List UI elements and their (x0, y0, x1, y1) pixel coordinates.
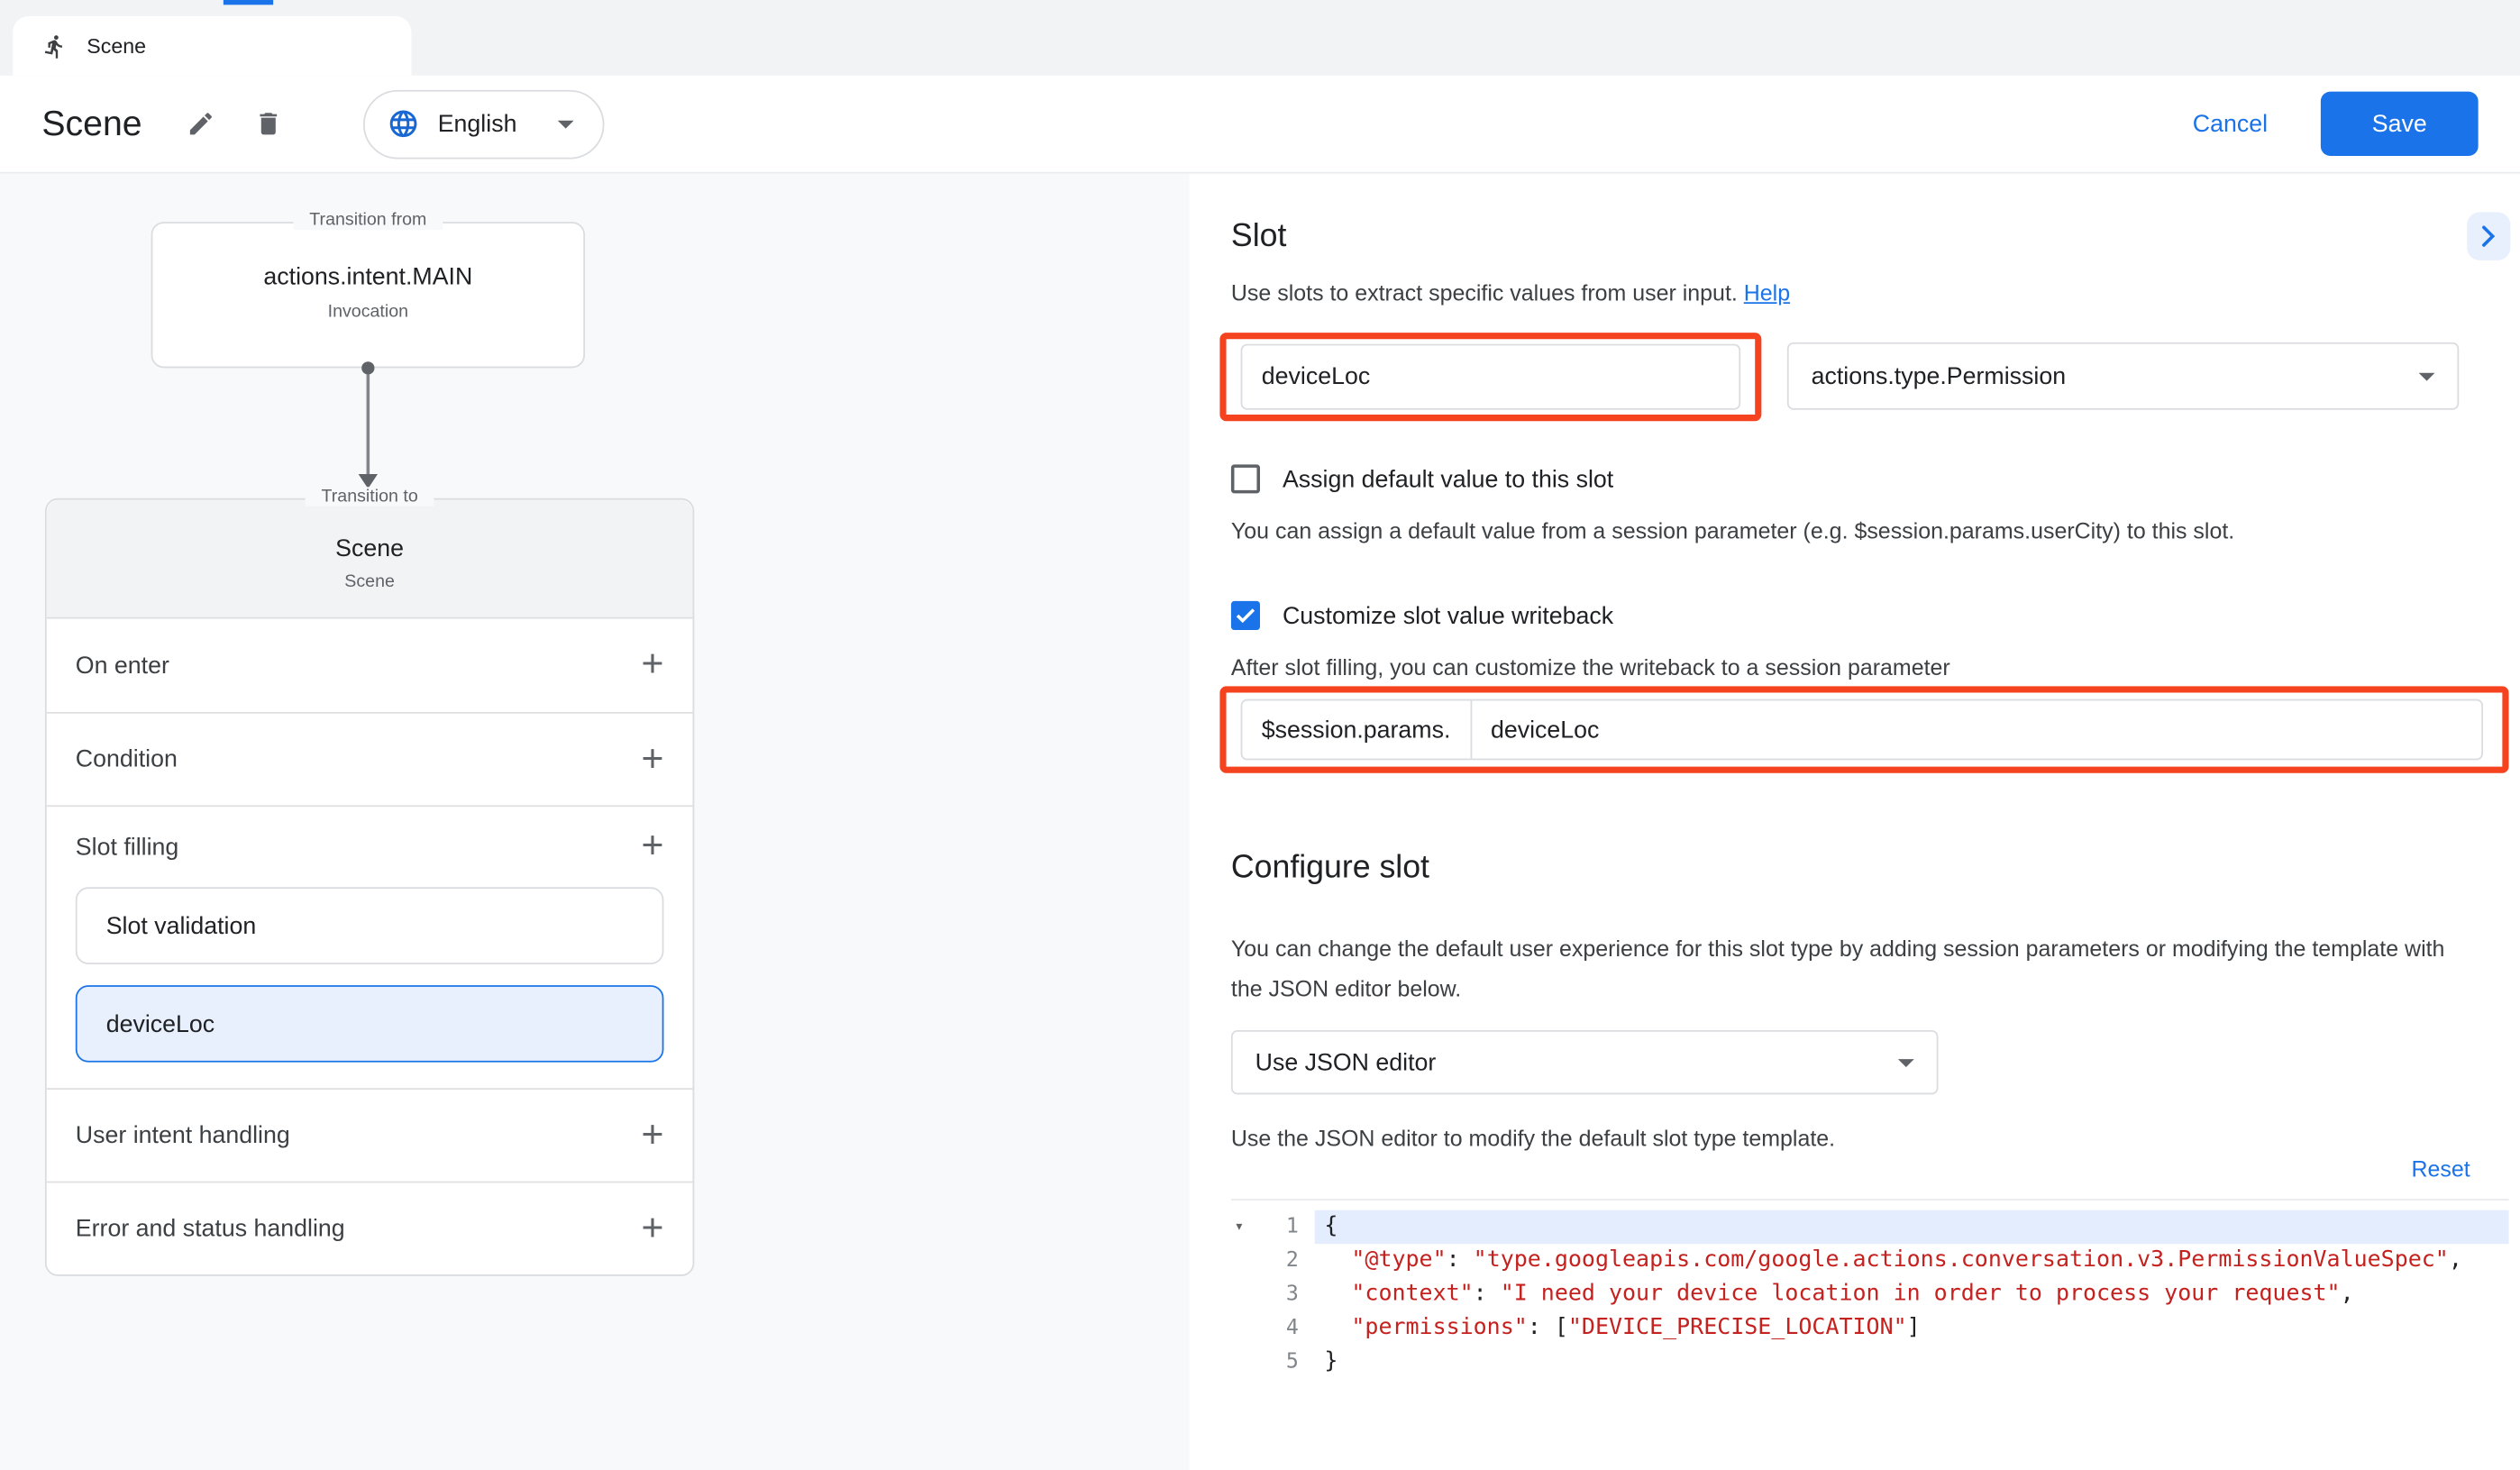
reset-link[interactable]: Reset (2411, 1155, 2470, 1182)
line-number: 3 (1286, 1278, 1299, 1311)
transition-to-legend: Transition to (306, 487, 434, 506)
assign-default-checkbox-row[interactable]: Assign default value to this slot (1231, 464, 1613, 493)
annotation-box-writeback: $session.params. (1219, 686, 2508, 772)
writeback-checkbox-row[interactable]: Customize slot value writeback (1231, 601, 1613, 630)
save-button[interactable]: Save (2321, 92, 2479, 156)
scene-node-header[interactable]: Scene Scene (47, 500, 693, 619)
scene-flow-diagram: Transition from actions.intent.MAIN Invo… (0, 174, 1190, 1470)
section-on-enter: On enter + (47, 619, 693, 712)
writeback-help: After slot filling, you can customize th… (1231, 654, 1950, 680)
delete-scene-button[interactable] (242, 96, 297, 151)
section-label: Condition (76, 745, 178, 772)
slot-section-title: Slot (1231, 219, 1286, 256)
code-line: "permissions": ["DEVICE_PRECISE_LOCATION… (1315, 1311, 2509, 1345)
slot-type-value: actions.type.Permission (1812, 362, 2066, 389)
scene-node-title: Scene (47, 535, 693, 562)
top-accent-bar (224, 0, 273, 5)
section-label: On enter (76, 652, 169, 679)
line-number: 4 (1286, 1311, 1299, 1345)
code-line: "context": "I need your device location … (1315, 1278, 2509, 1311)
editor-hint: Use the JSON editor to modify the defaul… (1231, 1125, 1835, 1151)
writeback-label: Customize slot value writeback (1283, 602, 1613, 629)
scene-node-subtitle: Scene (47, 572, 693, 591)
checkmark-icon (1236, 607, 1255, 624)
section-condition: Condition + (47, 712, 693, 805)
add-icon[interactable]: + (641, 1210, 663, 1248)
writeback-checkbox[interactable] (1231, 601, 1260, 630)
language-label: English (438, 110, 517, 137)
slot-type-select[interactable]: actions.type.Permission (1787, 342, 2459, 410)
section-label: Slot filling (76, 834, 178, 861)
json-code-area[interactable]: { "@type": "type.googleapis.com/google.a… (1315, 1201, 2509, 1470)
edit-scene-button[interactable] (174, 96, 229, 151)
line-number: 5 (1286, 1346, 1299, 1379)
section-error-status-handling: Error and status handling + (47, 1182, 693, 1274)
add-icon[interactable]: + (641, 740, 663, 779)
chevron-down-icon (557, 120, 573, 128)
deviceloc-slot-item[interactable]: deviceLoc (76, 985, 664, 1063)
tab-label: Scene (87, 33, 146, 58)
slot-name-input[interactable] (1241, 344, 1741, 410)
writeback-value-input[interactable] (1472, 716, 2482, 743)
editor-mode-select[interactable]: Use JSON editor (1231, 1030, 1939, 1094)
globe-icon (388, 107, 420, 140)
add-icon[interactable]: + (641, 646, 663, 685)
transition-from-legend: Transition from (293, 211, 443, 230)
session-params-prefix: $session.params. (1242, 700, 1471, 758)
invocation-label: Invocation (152, 302, 583, 321)
slot-editor-panel: Slot Use slots to extract specific value… (1190, 174, 2520, 1470)
slot-validation-label: Slot validation (106, 912, 257, 939)
slot-description: Use slots to extract specific values fro… (1231, 279, 1790, 306)
section-label: Error and status handling (76, 1215, 345, 1242)
deviceloc-slot-label: deviceLoc (106, 1010, 215, 1037)
json-editor: ▾ 12345 { "@type": "type.googleapis.com/g… (1231, 1199, 2509, 1470)
chevron-down-icon (1898, 1058, 1914, 1066)
connector-dot (361, 361, 374, 374)
app-window: Scene Scene English Cancel Save (0, 0, 2520, 1470)
assign-default-help: You can assign a default value from a se… (1231, 517, 2234, 543)
collapse-panel-button[interactable] (2467, 212, 2510, 260)
editor-gutter: ▾ 12345 (1231, 1201, 1315, 1470)
trash-icon (254, 109, 283, 138)
pencil-icon (187, 109, 216, 138)
slot-description-text: Use slots to extract specific values fro… (1231, 279, 1738, 306)
screenshot-viewport: Scene Scene English Cancel Save (0, 0, 2520, 1470)
section-slot-filling: Slot filling + Slot validation deviceLoc (47, 805, 693, 1088)
scene-node-card: Transition to Scene Scene On enter + Con… (45, 498, 694, 1276)
scene-header: Scene English Cancel Save (0, 76, 2520, 174)
line-number: 2 (1286, 1244, 1299, 1277)
cancel-button[interactable]: Cancel (2193, 110, 2268, 137)
page-title: Scene (41, 103, 142, 144)
editor-mode-value: Use JSON editor (1255, 1049, 1437, 1076)
section-user-intent-handling: User intent handling + (47, 1088, 693, 1181)
configure-slot-title: Configure slot (1231, 850, 1429, 887)
fold-toggle-icon[interactable]: ▾ (1234, 1210, 1244, 1244)
intent-name: actions.intent.MAIN (152, 263, 583, 290)
add-icon[interactable]: + (641, 827, 663, 866)
language-select[interactable]: English (364, 89, 604, 159)
directions-walk-icon (41, 33, 68, 59)
connector-line (367, 374, 370, 474)
slot-validation-item[interactable]: Slot validation (76, 887, 664, 964)
code-line: } (1315, 1346, 2509, 1379)
assign-default-checkbox[interactable] (1231, 464, 1260, 493)
tab-scene[interactable]: Scene (13, 16, 411, 76)
writeback-input: $session.params. (1241, 699, 2483, 761)
code-line: "@type": "type.googleapis.com/google.act… (1315, 1244, 2509, 1277)
line-number: 1 (1286, 1210, 1299, 1244)
tab-bar: Scene (0, 0, 2520, 76)
chevron-right-icon (2481, 225, 2496, 248)
add-icon[interactable]: + (641, 1116, 663, 1155)
help-link[interactable]: Help (1744, 279, 1790, 306)
code-line: { (1315, 1210, 2509, 1244)
annotation-box-slot-name (1219, 333, 1761, 421)
transition-from-node[interactable]: Transition from actions.intent.MAIN Invo… (151, 222, 585, 368)
section-label: User intent handling (76, 1122, 290, 1149)
chevron-down-icon (2419, 372, 2435, 380)
configure-slot-description: You can change the default user experien… (1231, 929, 2450, 1009)
assign-default-label: Assign default value to this slot (1283, 465, 1613, 492)
